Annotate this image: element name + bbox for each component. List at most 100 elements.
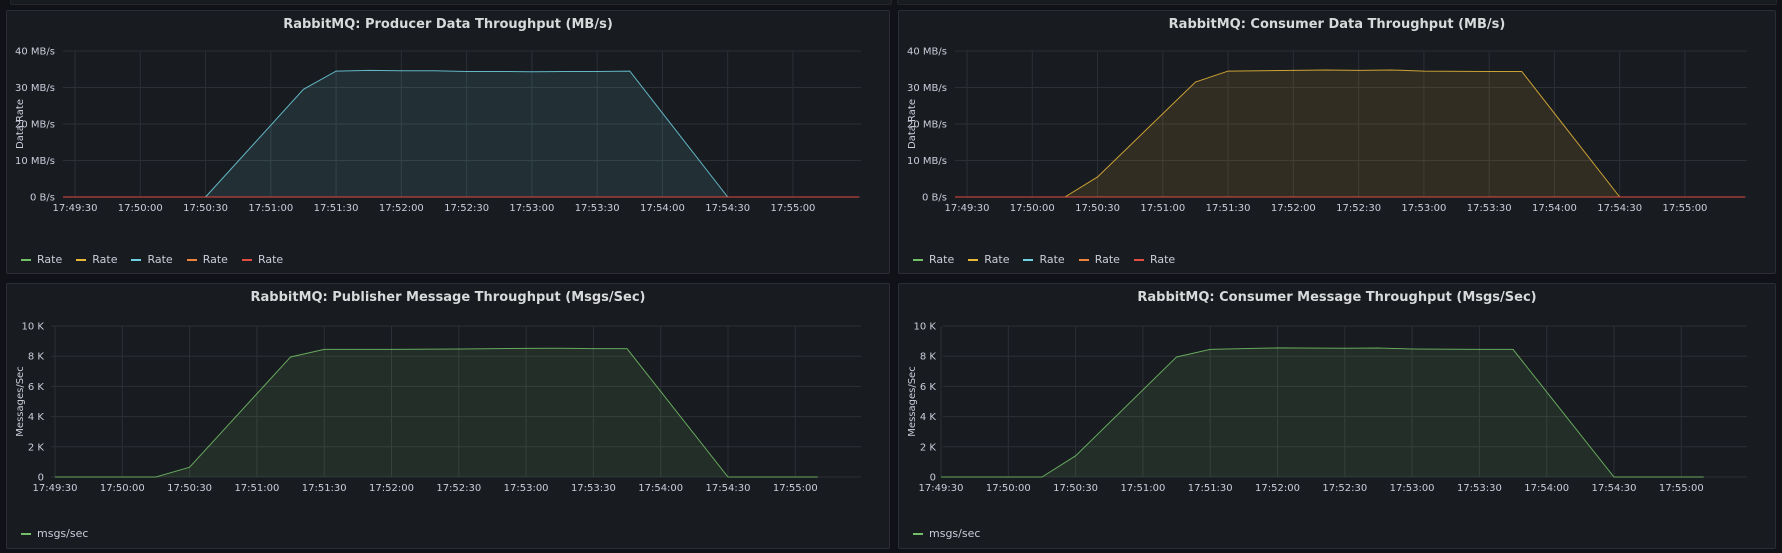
legend-item[interactable]: Rate xyxy=(241,253,284,266)
consumer-data-throughput-panel[interactable]: RabbitMQ: Consumer Data Throughput (MB/s… xyxy=(898,10,1776,274)
x-tick-label: 17:53:00 xyxy=(509,203,554,214)
legend-swatch xyxy=(1078,258,1089,261)
top-panel-edges xyxy=(0,0,1782,5)
x-tick-label: 17:55:00 xyxy=(773,483,818,494)
legend-item[interactable]: Rate xyxy=(1023,253,1065,266)
legend-item[interactable]: Rate xyxy=(186,253,228,266)
y-axis-title: Messages/Sec xyxy=(907,366,918,436)
x-tick-label: 17:53:00 xyxy=(1390,483,1435,494)
y-tick-label: 10 K xyxy=(22,322,45,333)
legend-item[interactable]: Rate xyxy=(913,253,954,266)
legend-label: Rate xyxy=(37,253,63,266)
legend-item[interactable]: msgs/sec xyxy=(913,527,980,540)
x-tick-label: 17:51:30 xyxy=(1206,203,1251,214)
legend-label: msgs/sec xyxy=(37,527,89,540)
x-tick-label: 17:52:30 xyxy=(436,483,481,494)
x-tick-label: 17:50:00 xyxy=(100,483,145,494)
x-tick-label: 17:50:00 xyxy=(986,483,1031,494)
chart: 0 B/s10 MB/s20 MB/s30 MB/s40 MB/s17:49:3… xyxy=(907,47,1747,214)
x-tick-label: 17:51:30 xyxy=(302,483,347,494)
legend-label: Rate xyxy=(147,253,173,266)
y-tick-label: 40 MB/s xyxy=(15,47,55,58)
legend-item[interactable]: Rate xyxy=(21,253,62,266)
x-tick-label: 17:53:30 xyxy=(575,203,620,214)
y-tick-label: 10 MB/s xyxy=(907,156,947,167)
chart: 0 B/s10 MB/s20 MB/s30 MB/s40 MB/s17:49:3… xyxy=(15,47,861,214)
legend: Rate Rate Rate Rate Rate xyxy=(913,253,1175,266)
x-tick-label: 17:53:30 xyxy=(571,483,616,494)
x-tick-label: 17:53:30 xyxy=(1467,203,1512,214)
legend-item[interactable]: Rate xyxy=(968,253,1009,266)
x-tick-label: 17:51:00 xyxy=(248,203,293,214)
legend-item[interactable]: Rate xyxy=(131,253,173,266)
y-tick-label: 2 K xyxy=(920,442,937,453)
y-tick-label: 10 K xyxy=(914,322,937,333)
x-tick-label: 17:51:30 xyxy=(314,203,359,214)
x-tick-label: 17:54:00 xyxy=(1524,483,1569,494)
legend-label: Rate xyxy=(984,253,1010,266)
x-tick-label: 17:49:30 xyxy=(53,203,98,214)
legend-swatch xyxy=(21,532,31,535)
upper-panel-edge-left xyxy=(10,0,892,5)
x-tick-label: 17:53:00 xyxy=(504,483,549,494)
x-tick-label: 17:49:30 xyxy=(33,483,78,494)
upper-panel-edge-right xyxy=(897,0,1777,5)
x-tick-label: 17:49:30 xyxy=(945,203,990,214)
legend-label: Rate xyxy=(202,253,228,266)
y-tick-label: 0 xyxy=(38,473,44,484)
x-tick-label: 17:54:30 xyxy=(706,483,751,494)
series-area xyxy=(205,70,728,197)
x-tick-label: 17:50:00 xyxy=(118,203,163,214)
y-tick-label: 4 K xyxy=(920,412,937,423)
x-tick-label: 17:51:30 xyxy=(1188,483,1233,494)
x-tick-label: 17:54:30 xyxy=(1592,483,1637,494)
legend: msgs/sec xyxy=(913,527,980,540)
y-tick-label: 0 B/s xyxy=(30,193,55,204)
legend-label: Rate xyxy=(1094,253,1120,266)
legend-label: Rate xyxy=(92,253,118,266)
y-tick-label: 4 K xyxy=(28,412,45,423)
y-axis-title: Data Rate xyxy=(907,99,918,149)
x-tick-label: 17:50:30 xyxy=(167,483,212,494)
legend-label: Rate xyxy=(1039,253,1065,266)
producer-data-throughput-panel[interactable]: RabbitMQ: Producer Data Throughput (MB/s… xyxy=(6,10,890,274)
x-tick-label: 17:49:30 xyxy=(919,483,964,494)
legend-label: Rate xyxy=(929,253,955,266)
y-tick-label: 0 B/s xyxy=(922,193,947,204)
x-tick-label: 17:52:00 xyxy=(1255,483,1300,494)
x-tick-label: 17:52:30 xyxy=(1336,203,1381,214)
legend-label: Rate xyxy=(1149,253,1176,266)
x-tick-label: 17:52:00 xyxy=(1271,203,1316,214)
legend-item[interactable]: Rate xyxy=(1078,253,1120,266)
y-tick-label: 30 MB/s xyxy=(907,83,947,94)
legend: msgs/sec xyxy=(21,527,88,540)
legend-swatch xyxy=(913,258,923,261)
x-tick-label: 17:50:30 xyxy=(1075,203,1120,214)
legend-item[interactable]: Rate xyxy=(76,253,117,266)
y-axis-title: Messages/Sec xyxy=(15,366,26,436)
x-tick-label: 17:53:30 xyxy=(1457,483,1502,494)
legend-swatch xyxy=(1133,258,1144,261)
y-tick-label: 10 MB/s xyxy=(15,156,55,167)
x-tick-label: 17:54:30 xyxy=(705,203,750,214)
y-tick-label: 8 K xyxy=(28,352,45,363)
x-tick-label: 17:52:00 xyxy=(369,483,414,494)
consumer-message-throughput-panel[interactable]: RabbitMQ: Consumer Message Throughput (M… xyxy=(898,283,1776,549)
legend-swatch xyxy=(968,258,979,261)
y-tick-label: 6 K xyxy=(28,382,45,393)
legend-label: Rate xyxy=(257,253,284,266)
x-tick-label: 17:50:30 xyxy=(183,203,228,214)
publisher-message-throughput-panel[interactable]: RabbitMQ: Publisher Message Throughput (… xyxy=(6,283,890,549)
y-tick-label: 2 K xyxy=(28,442,45,453)
legend-swatch xyxy=(1023,258,1034,261)
y-axis-title: Data Rate xyxy=(15,99,26,149)
series-area xyxy=(1064,69,1620,197)
series-area xyxy=(55,348,818,477)
x-tick-label: 17:52:00 xyxy=(379,203,424,214)
legend-item[interactable]: Rate xyxy=(1133,253,1176,266)
x-tick-label: 17:55:00 xyxy=(771,203,816,214)
legend-swatch xyxy=(241,258,252,261)
legend-item[interactable]: msgs/sec xyxy=(21,527,88,540)
x-tick-label: 17:51:00 xyxy=(1140,203,1185,214)
legend-label: msgs/sec xyxy=(929,527,981,540)
